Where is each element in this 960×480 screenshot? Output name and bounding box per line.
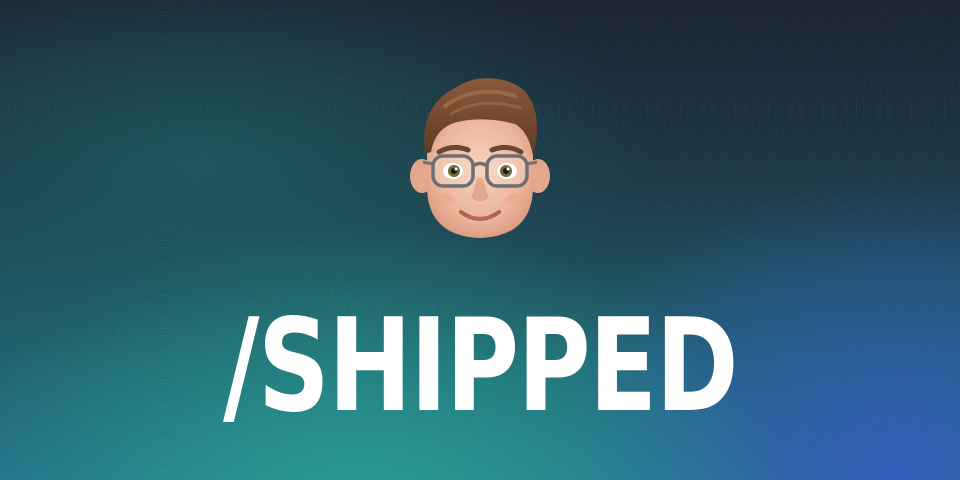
shipped-headline: /SHIPPED (222, 292, 739, 441)
hero-banner: /SHIPPED (0, 0, 960, 480)
memoji-avatar-icon (410, 78, 550, 238)
